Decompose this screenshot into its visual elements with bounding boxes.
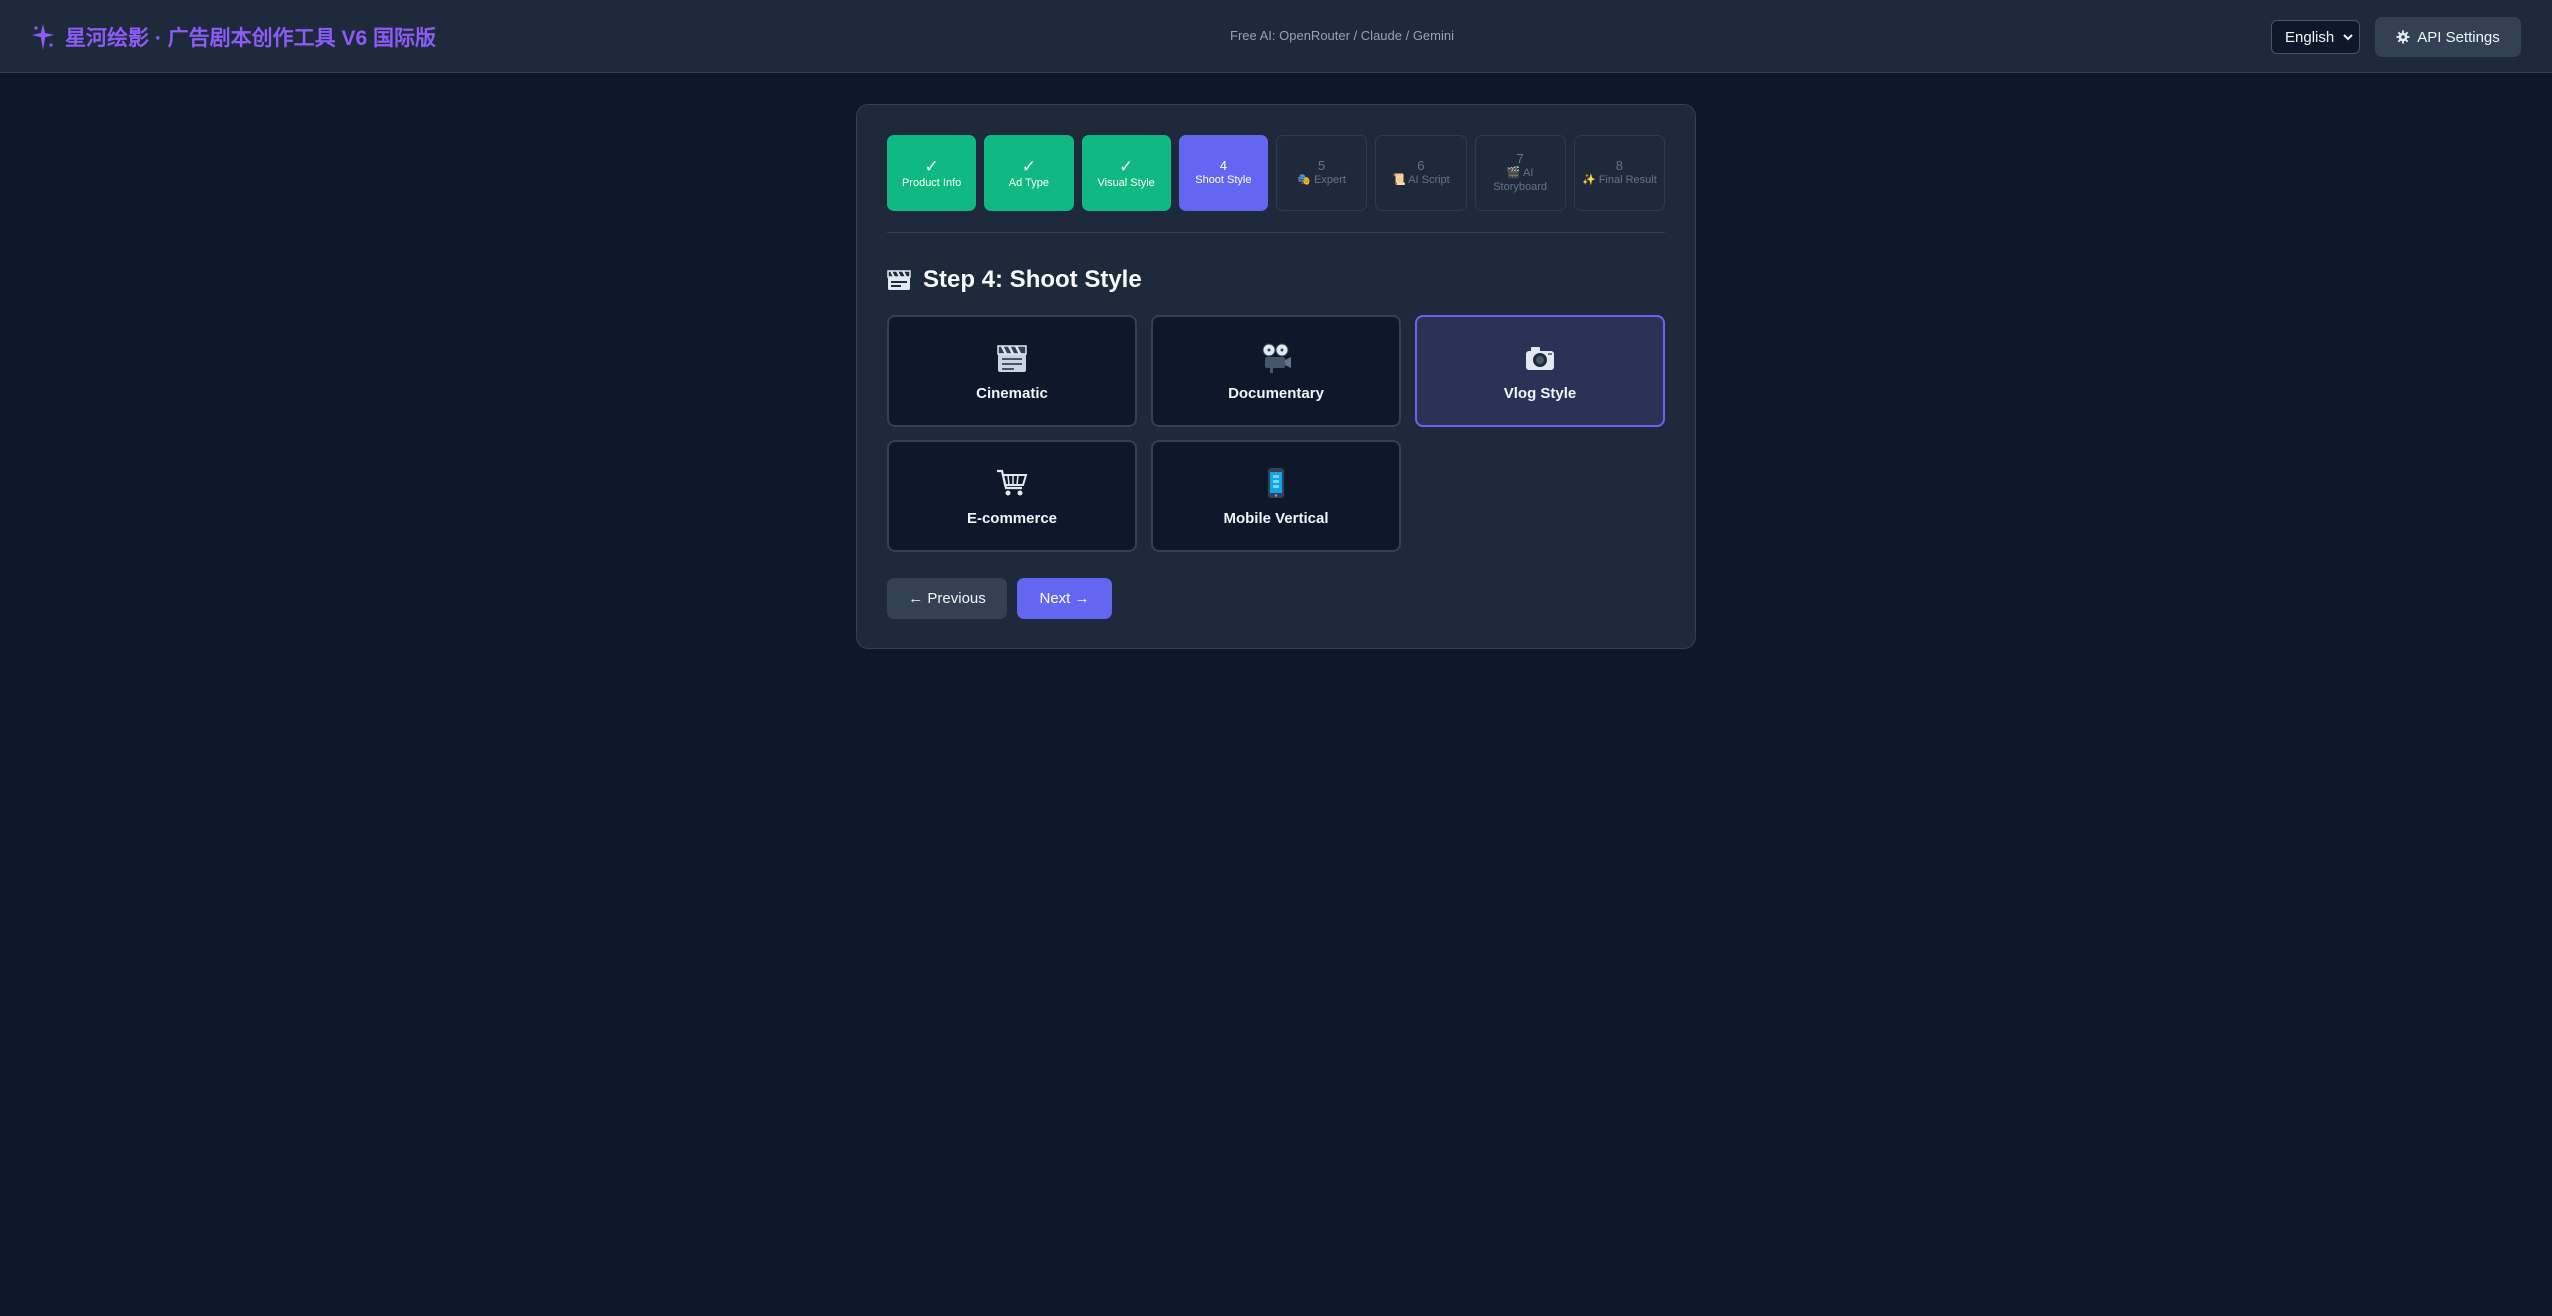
step-label: 🎭 Expert <box>1297 174 1346 187</box>
option-e-commerce[interactable]: E-commerce <box>887 440 1137 552</box>
clapperboard-icon <box>997 344 1027 372</box>
option-vlog-style[interactable]: Vlog Style <box>1415 315 1665 427</box>
ai-providers-subtitle: Free AI: OpenRouter / Claude / Gemini <box>1230 28 1454 43</box>
app-title: 星河绘影 · 广告剧本创作工具 V6 国际版 <box>65 27 437 50</box>
step-ad-type[interactable]: ✓ Ad Type <box>984 135 1074 211</box>
step-label: Shoot Style <box>1195 174 1252 187</box>
option-label: Vlog Style <box>1503 384 1577 402</box>
option-documentary[interactable]: Documentary <box>1151 315 1401 427</box>
language-select-value: English <box>2285 28 2335 46</box>
sparkle-star-icon <box>31 23 55 51</box>
step-label: Ad Type <box>1008 176 1049 189</box>
shoot-style-options: Cinematic Documentary Vlog Style E-comme… <box>887 315 1665 552</box>
step-visual-style[interactable]: ✓ Visual Style <box>1081 135 1171 211</box>
step-label: Visual Style <box>1097 176 1155 189</box>
next-button[interactable]: Next → <box>1017 578 1112 619</box>
step-progress: ✓ Product Info ✓ Ad Type ✓ Visual Style … <box>887 135 1665 211</box>
step-ai-storyboard[interactable]: 7 🎬 AI Storyboard <box>1474 135 1566 211</box>
step-label: ✨ Final Result <box>1581 174 1657 187</box>
step-product-info[interactable]: ✓ Product Info <box>887 135 977 211</box>
wizard-card: ✓ Product Info ✓ Ad Type ✓ Visual Style … <box>856 104 1696 649</box>
page-title: Step 4: Shoot Style <box>923 266 1142 293</box>
previous-button[interactable]: ← Previous <box>887 578 1007 619</box>
shopping-cart-icon <box>997 469 1028 495</box>
camera-icon <box>1526 346 1554 370</box>
step-label: Product Info <box>901 176 962 189</box>
option-cinematic[interactable]: Cinematic <box>887 315 1137 427</box>
step-number: ✓ <box>1119 156 1134 176</box>
clapperboard-icon <box>887 270 911 290</box>
step-number: 7 <box>1516 151 1524 167</box>
option-mobile-vertical[interactable]: Mobile Vertical <box>1151 440 1401 552</box>
step-number: ✓ <box>924 156 939 176</box>
step-ai-script[interactable]: 6 📜 AI Script <box>1375 135 1467 211</box>
top-header: 星河绘影 · 广告剧本创作工具 V6 国际版 Free AI: OpenRout… <box>0 0 2552 73</box>
step-heading: Step 4: Shoot Style <box>887 266 1142 294</box>
chevron-down-icon <box>2343 34 2353 41</box>
divider <box>887 232 1665 233</box>
language-select[interactable]: English <box>2271 20 2360 54</box>
option-label: Documentary <box>1228 384 1324 402</box>
api-settings-button[interactable]: API Settings <box>2375 17 2521 57</box>
step-number: ✓ <box>1021 156 1036 176</box>
step-number: 6 <box>1417 158 1425 173</box>
step-shoot-style[interactable]: 4 Shoot Style <box>1178 135 1268 211</box>
api-settings-label: API Settings <box>2417 28 2500 46</box>
step-expert[interactable]: 5 🎭 Expert <box>1276 135 1368 211</box>
step-label: 🎬 AI Storyboard <box>1493 167 1548 194</box>
film-projector-icon <box>1262 343 1291 373</box>
step-number: 5 <box>1318 158 1326 173</box>
step-final-result[interactable]: 8 ✨ Final Result <box>1573 135 1665 211</box>
step-number: 4 <box>1219 158 1227 173</box>
gear-icon <box>2396 30 2410 44</box>
brand: 星河绘影 · 广告剧本创作工具 V6 国际版 <box>31 22 436 52</box>
option-label: E-commerce <box>966 509 1058 527</box>
option-label: Cinematic <box>976 384 1048 402</box>
mobile-phone-icon <box>1268 467 1284 498</box>
step-label: 📜 AI Script <box>1392 174 1450 187</box>
step-number: 8 <box>1615 158 1623 173</box>
option-label: Mobile Vertical <box>1223 509 1329 527</box>
